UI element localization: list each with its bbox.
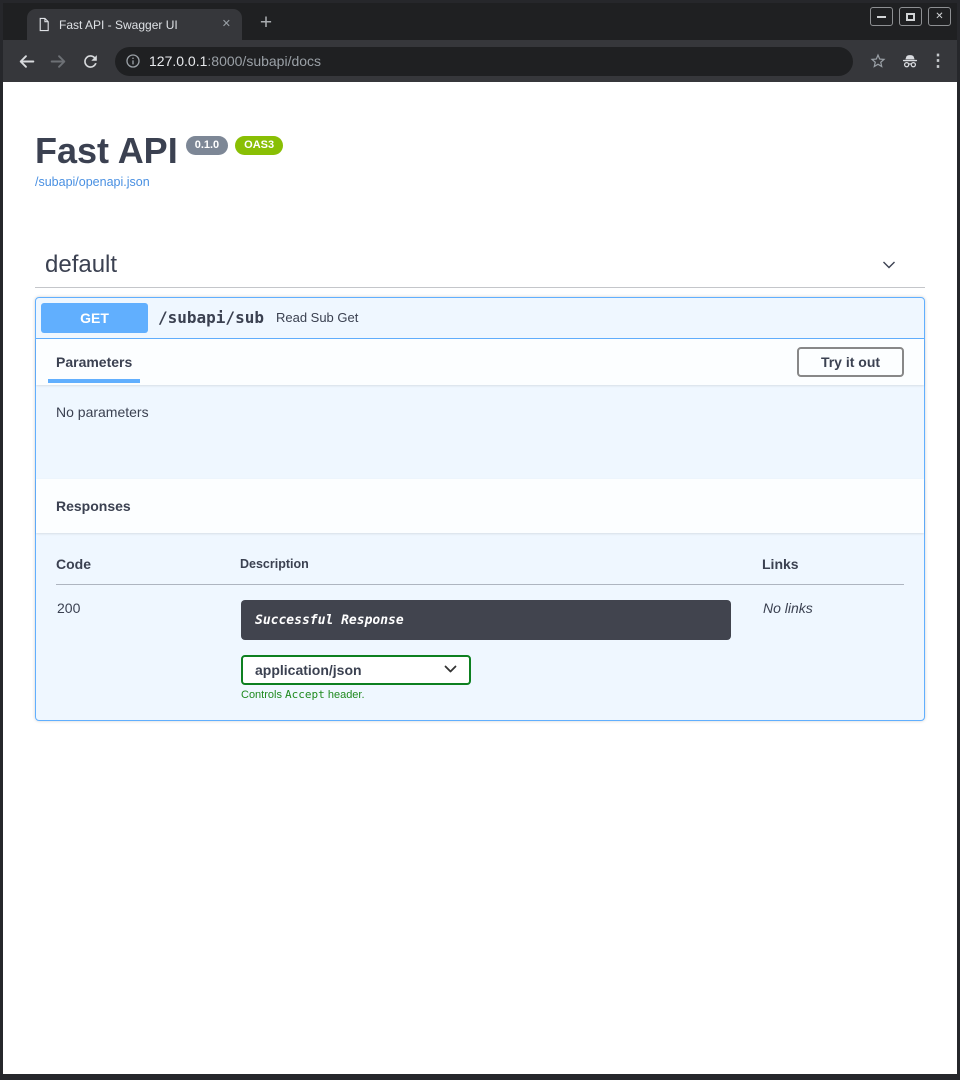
page-title: Fast API 0.1.0 OAS3 [35,132,925,170]
response-row-200: 200 Successful Response application/json [56,584,904,702]
browser-menu-button[interactable]: ⋮ [927,46,949,76]
accept-header-note: Controls Accept header. [241,688,761,701]
operation-block-get: GET /subapi/sub Read Sub Get Parameters … [35,297,925,721]
chevron-down-icon [444,665,457,674]
method-badge[interactable]: GET [41,303,148,333]
tab-title: Fast API - Swagger UI [59,18,212,32]
api-title-text: Fast API [35,132,178,170]
column-header-code: Code [56,546,240,585]
media-type-value: application/json [255,662,362,678]
version-badge: 0.1.0 [186,136,228,155]
info-icon[interactable] [125,53,141,69]
browser-toolbar: 127.0.0.1:8000/subapi/docs ⋮ [3,40,957,82]
oas3-badge: OAS3 [235,136,283,155]
address-bar[interactable]: 127.0.0.1:8000/subapi/docs [115,47,853,76]
tag-section-header[interactable]: default [35,251,925,288]
forward-button[interactable] [43,46,73,76]
responses-body: Code Description Links 200 Successful Re [36,533,924,720]
new-tab-button[interactable]: + [252,10,280,38]
browser-tab[interactable]: Fast API - Swagger UI ✕ [27,9,242,40]
minimize-icon [877,16,886,18]
openapi-spec-link[interactable]: /subapi/openapi.json [35,175,150,189]
browser-window: Fast API - Swagger UI ✕ + ✕ 127.0.0.1:80… [0,0,960,1080]
api-badges: 0.1.0 OAS3 [186,136,283,155]
accept-note-code: Accept [285,688,325,701]
response-links: No links [762,584,904,702]
operation-summary-text: Read Sub Get [276,310,358,325]
forward-icon [49,52,68,71]
responses-table-header-row: Code Description Links [56,546,904,585]
parameters-header: Parameters Try it out [36,339,924,385]
parameters-body: No parameters [36,385,924,479]
response-description-box: Successful Response [241,600,731,640]
operation-summary[interactable]: GET /subapi/sub Read Sub Get [36,298,924,339]
incognito-icon [900,51,920,71]
url-host: 127.0.0.1 [149,53,207,69]
maximize-icon [906,13,915,21]
column-header-description: Description [240,546,762,585]
accept-note-suffix: header. [325,689,365,701]
swagger-page: Fast API 0.1.0 OAS3 /subapi/openapi.json… [3,82,957,1074]
responses-table: Code Description Links 200 Successful Re [56,546,904,702]
response-description-text: Successful Response [255,613,404,628]
column-header-links: Links [762,546,904,585]
tag-name: default [45,251,117,279]
back-button[interactable] [11,46,41,76]
accept-note-prefix: Controls [241,689,285,701]
star-icon [869,52,887,70]
media-type-control: application/json Controls Accept header. [241,655,761,701]
responses-heading: Responses [56,498,904,514]
try-it-out-button[interactable]: Try it out [797,347,904,377]
minimize-button[interactable] [870,7,893,26]
tab-close-icon[interactable]: ✕ [220,17,233,32]
reload-button[interactable] [75,46,105,76]
response-code: 200 [56,584,240,702]
tab-parameters[interactable]: Parameters [56,354,132,370]
url-path: :8000/subapi/docs [207,53,321,69]
reload-icon [81,52,100,71]
maximize-button[interactable] [899,7,922,26]
no-parameters-text: No parameters [56,404,149,420]
api-info: Fast API 0.1.0 OAS3 /subapi/openapi.json [35,82,925,191]
operation-path: /subapi/sub [158,308,264,327]
media-type-select[interactable]: application/json [241,655,471,685]
window-controls: ✕ [870,7,951,26]
bookmark-button[interactable] [863,46,893,76]
responses-header: Responses [36,479,924,533]
incognito-indicator [895,46,925,76]
url-text: 127.0.0.1:8000/subapi/docs [149,53,321,69]
page-favicon-icon [36,17,51,32]
close-button[interactable]: ✕ [928,7,951,26]
response-description-cell: Successful Response application/json [240,584,762,702]
back-icon [17,52,36,71]
tab-strip: Fast API - Swagger UI ✕ + ✕ [3,3,957,40]
chevron-down-icon[interactable] [879,255,899,275]
